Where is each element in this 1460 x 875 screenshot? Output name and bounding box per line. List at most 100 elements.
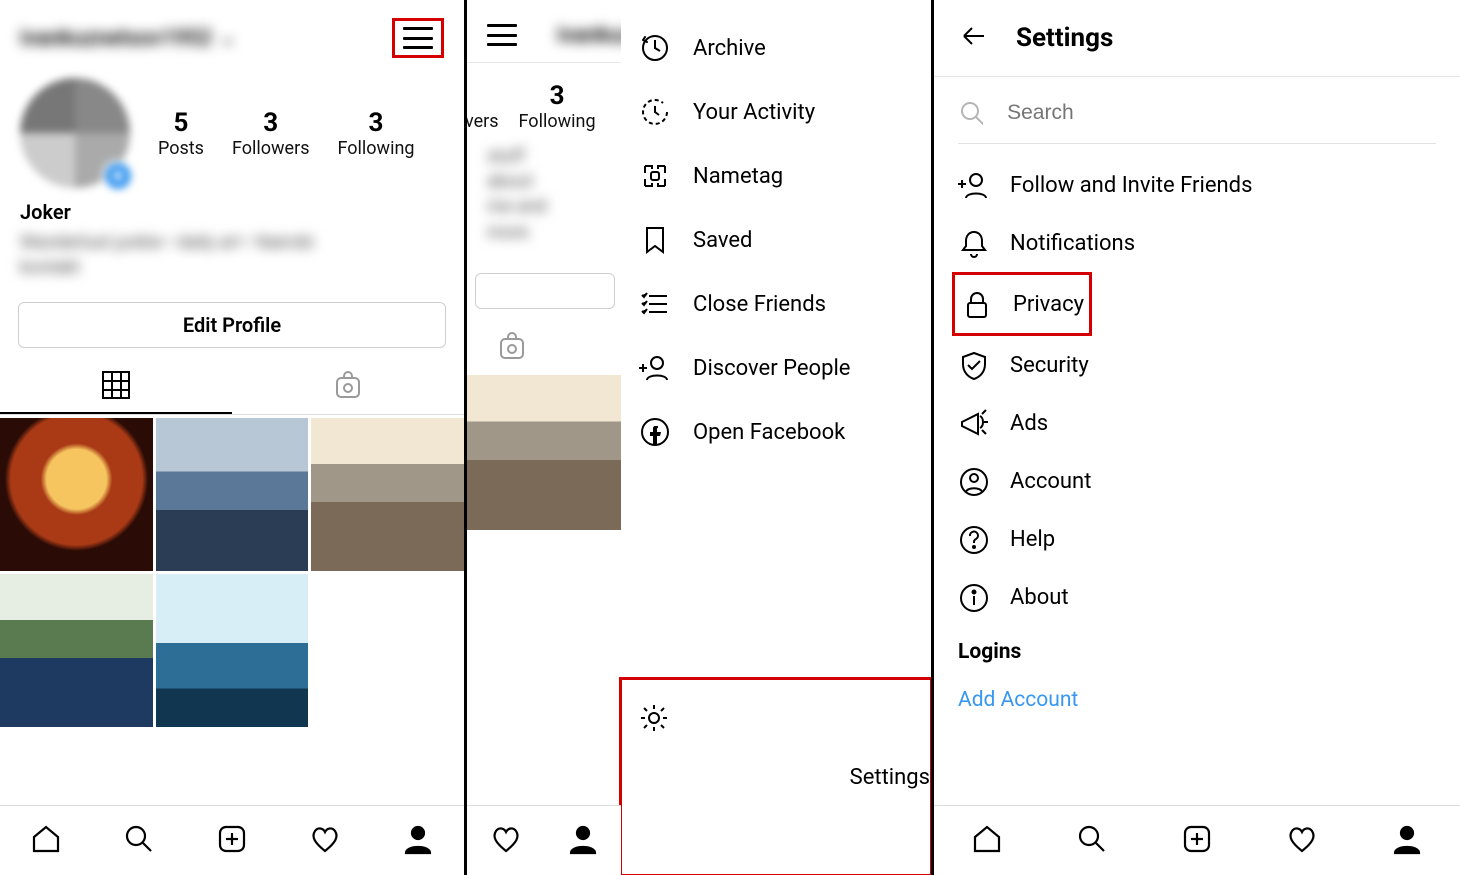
nav-search[interactable]: [123, 823, 155, 859]
lock-icon: [961, 289, 991, 319]
username-label: ivankuznetsov1952: [20, 26, 212, 51]
settings-about[interactable]: About: [958, 568, 1460, 626]
chevron-down-icon: ⌄: [220, 28, 235, 49]
settings-help[interactable]: Help: [958, 510, 1460, 568]
profile-bio: Joker Wanderlust junkie • daily art • Na…: [0, 194, 464, 290]
search-icon: [123, 823, 155, 855]
nav-activity[interactable]: [309, 823, 341, 859]
drawer-nametag[interactable]: Nametag: [621, 144, 931, 208]
search-input[interactable]: [1007, 101, 1436, 125]
settings-logins-heading: Logins: [934, 626, 1460, 670]
followers-stat-partial[interactable]: 3 vers: [467, 81, 499, 132]
info-icon: [958, 582, 988, 612]
drawer-label: Saved: [693, 228, 752, 253]
heart-icon: [309, 823, 341, 855]
menu-button[interactable]: [487, 18, 517, 52]
back-button[interactable]: [958, 20, 990, 56]
add-user-icon: [958, 170, 988, 200]
drawer-saved[interactable]: Saved: [621, 208, 931, 272]
screen-profile: ivankuznetsov1952 ⌄ + 5 Posts 3 Follower…: [0, 0, 467, 875]
plus-square-icon: [1181, 823, 1213, 855]
drawer-open-facebook[interactable]: Open Facebook: [621, 400, 931, 464]
display-name: Joker: [20, 200, 444, 224]
activity-icon: [639, 96, 671, 128]
photo-thumbnail[interactable]: [156, 418, 309, 571]
drawer-settings[interactable]: Settings: [619, 677, 933, 875]
photo-thumbnail[interactable]: [467, 375, 622, 530]
posts-count: 5: [158, 108, 204, 138]
bottom-nav: [934, 805, 1460, 875]
photo-thumbnail[interactable]: [156, 574, 309, 727]
settings-item-label: Follow and Invite Friends: [1010, 173, 1252, 198]
grid-icon: [101, 370, 131, 400]
settings-search[interactable]: [958, 99, 1436, 144]
posts-label: Posts: [158, 138, 204, 159]
username-dropdown[interactable]: ivankuznetsov1952 ⌄: [20, 26, 235, 51]
drawer-activity[interactable]: Your Activity: [621, 80, 931, 144]
drawer-label: Close Friends: [693, 292, 826, 317]
screen-settings: Settings Follow and Invite Friends Notif…: [934, 0, 1460, 875]
nav-profile[interactable]: [567, 823, 599, 859]
avatar[interactable]: +: [20, 78, 130, 188]
drawer-archive[interactable]: Archive: [621, 16, 931, 80]
photo-thumbnail[interactable]: [0, 574, 153, 727]
discover-people-icon: [639, 352, 671, 384]
tab-tagged[interactable]: [232, 358, 464, 414]
megaphone-icon: [958, 408, 988, 438]
search-icon: [958, 99, 983, 127]
followers-label-fragment: vers: [467, 111, 499, 132]
drawer-discover[interactable]: Discover People: [621, 336, 931, 400]
account-icon: [958, 466, 988, 496]
settings-title: Settings: [1016, 23, 1113, 53]
settings-item-label: Ads: [1010, 411, 1048, 436]
nav-home[interactable]: [971, 823, 1003, 859]
plus-square-icon: [216, 823, 248, 855]
settings-add-account[interactable]: Add Account: [934, 670, 1460, 712]
drawer-label: Discover People: [693, 356, 850, 381]
nav-activity[interactable]: [1286, 823, 1318, 859]
profile-icon: [402, 823, 434, 855]
menu-button[interactable]: [392, 18, 444, 58]
settings-follow-invite[interactable]: Follow and Invite Friends: [958, 156, 1460, 214]
following-stat[interactable]: 3 Following: [338, 108, 415, 159]
settings-header: Settings: [934, 0, 1460, 77]
settings-list: Follow and Invite Friends Notifications …: [934, 152, 1460, 626]
heart-icon: [1286, 823, 1318, 855]
nav-create[interactable]: [216, 823, 248, 859]
edit-profile-button-partial[interactable]: [475, 273, 615, 309]
settings-security[interactable]: Security: [958, 336, 1460, 394]
settings-ads[interactable]: Ads: [958, 394, 1460, 452]
tab-tagged[interactable]: [467, 319, 557, 375]
nametag-icon: [639, 160, 671, 192]
bottom-nav: [467, 805, 621, 875]
settings-notifications[interactable]: Notifications: [958, 214, 1460, 272]
nav-profile[interactable]: [402, 823, 434, 859]
nav-create[interactable]: [1181, 823, 1213, 859]
nav-search[interactable]: [1076, 823, 1108, 859]
photo-thumbnail[interactable]: [311, 418, 464, 571]
tab-grid[interactable]: [0, 358, 232, 414]
profile-tabs: [0, 358, 464, 415]
following-label: Following: [338, 138, 415, 159]
nav-profile[interactable]: [1391, 823, 1423, 859]
settings-account[interactable]: Account: [958, 452, 1460, 510]
settings-item-label: Account: [1010, 469, 1091, 494]
settings-privacy[interactable]: Privacy: [952, 272, 1092, 336]
add-story-icon[interactable]: +: [102, 160, 134, 192]
following-stat[interactable]: 3 Following: [519, 81, 596, 132]
nav-activity[interactable]: [490, 823, 522, 859]
settings-item-label: Help: [1010, 527, 1055, 552]
profile-header: ivankuznetsov1952 ⌄: [0, 0, 464, 68]
edit-profile-button[interactable]: Edit Profile: [18, 302, 446, 348]
posts-stat[interactable]: 5 Posts: [158, 108, 204, 159]
nav-home[interactable]: [30, 823, 62, 859]
following-count: 3: [338, 108, 415, 138]
drawer-label: Your Activity: [693, 100, 815, 125]
followers-stat[interactable]: 3 Followers: [232, 108, 310, 159]
photo-thumbnail[interactable]: [0, 418, 153, 571]
settings-item-label: Notifications: [1010, 231, 1135, 256]
bio-text: Wanderlust junkie • daily art • Nairobi …: [20, 230, 444, 280]
drawer-close-friends[interactable]: Close Friends: [621, 272, 931, 336]
drawer-label: Settings: [850, 765, 930, 790]
home-icon: [971, 823, 1003, 855]
